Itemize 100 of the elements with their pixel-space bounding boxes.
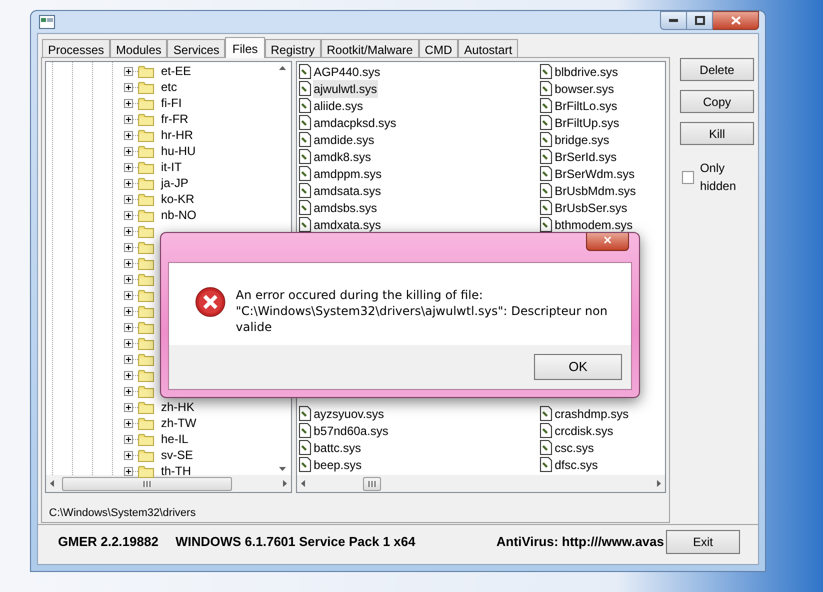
tree-item-label[interactable]: hr-HR [161, 126, 193, 144]
file-item[interactable]: amdxata.sys [312, 216, 382, 234]
expand-toggle[interactable] [124, 386, 133, 396]
expand-toggle[interactable] [124, 226, 133, 236]
file-item[interactable]: BrSerWdm.sys [554, 164, 636, 182]
file-item[interactable]: amdppm.sys [312, 164, 383, 182]
tab[interactable]: Files [225, 37, 265, 58]
file-item[interactable]: crcdisk.sys [554, 422, 614, 440]
action-button[interactable]: Kill [680, 122, 754, 145]
expand-toggle[interactable] [124, 242, 133, 252]
file-item[interactable]: BrUsbSer.sys [554, 198, 628, 216]
expand-toggle[interactable] [124, 290, 133, 300]
horizontal-scrollbar[interactable] [46, 475, 291, 492]
expand-toggle[interactable] [124, 402, 133, 412]
expand-toggle[interactable] [124, 434, 133, 444]
tree-item-label[interactable]: he-IL [161, 430, 188, 448]
file-item[interactable]: crashdmp.sys [554, 404, 630, 422]
file-item[interactable]: b57nd60a.sys [312, 422, 390, 440]
tree-item-label[interactable]: zh-TW [161, 414, 196, 432]
file-icon [298, 64, 311, 79]
file-icon [540, 64, 552, 79]
file-item[interactable]: AGP440.sys [312, 62, 382, 80]
tab[interactable]: Processes [42, 39, 110, 57]
expand-toggle[interactable] [124, 450, 133, 460]
expand-toggle[interactable] [124, 466, 133, 476]
tree-item-label[interactable]: hu-HU [161, 142, 196, 160]
tree-item-label[interactable]: ja-JP [161, 174, 188, 192]
tree-item-label[interactable]: sv-SE [161, 446, 194, 464]
folder-icon [138, 224, 154, 238]
tree-item-label[interactable]: et-EE [161, 62, 192, 80]
expand-toggle[interactable] [124, 418, 133, 428]
expand-toggle[interactable] [124, 338, 133, 348]
file-item[interactable]: amdacpksd.sys [312, 114, 398, 132]
only-hidden-checkbox[interactable] [682, 170, 694, 184]
expand-toggle[interactable] [124, 146, 133, 156]
scroll-left-icon[interactable] [300, 480, 305, 487]
tree-item-label[interactable]: th-TH [161, 462, 191, 480]
file-item[interactable]: ayzsyuov.sys [312, 404, 386, 422]
tree-item-label[interactable]: fr-FR [161, 110, 188, 128]
tab[interactable]: Rootkit/Malware [320, 39, 419, 57]
scroll-left-icon[interactable] [50, 480, 54, 487]
expand-toggle[interactable] [124, 194, 133, 204]
expand-toggle[interactable] [124, 82, 133, 92]
file-item[interactable]: BrUsbMdm.sys [554, 182, 637, 200]
file-item[interactable]: bthmodem.sys [554, 216, 634, 234]
file-item[interactable]: ajwulwtl.sys [312, 80, 378, 98]
expand-toggle[interactable] [124, 370, 133, 380]
expand-toggle[interactable] [124, 306, 133, 316]
file-item[interactable]: bowser.sys [554, 80, 615, 98]
action-button[interactable]: Copy [680, 90, 754, 113]
file-item[interactable]: bridge.sys [554, 130, 610, 148]
file-item[interactable]: blbdrive.sys [554, 62, 619, 80]
expand-toggle[interactable] [124, 210, 133, 220]
tree-item-label[interactable]: fi-FI [161, 94, 182, 112]
file-item[interactable]: aliide.sys [312, 96, 364, 114]
expand-toggle[interactable] [124, 178, 133, 188]
file-item[interactable]: amdsata.sys [312, 182, 382, 200]
file-item[interactable]: beep.sys [312, 456, 363, 474]
expand-toggle[interactable] [124, 114, 133, 124]
tree-item-label[interactable]: ko-KR [161, 190, 194, 208]
scroll-right-icon[interactable] [282, 480, 287, 487]
scroll-down-icon[interactable] [278, 467, 286, 471]
minimize-button[interactable] [660, 11, 687, 30]
file-item[interactable]: amdide.sys [312, 130, 376, 148]
file-item[interactable]: BrFiltLo.sys [554, 96, 618, 114]
file-item[interactable]: BrFiltUp.sys [554, 114, 620, 132]
action-button[interactable]: Delete [680, 58, 754, 81]
expand-toggle[interactable] [124, 162, 133, 172]
scroll-right-icon[interactable] [657, 480, 661, 487]
tree-item-label[interactable]: etc [161, 78, 178, 96]
tab[interactable]: Autostart [458, 39, 518, 57]
tab[interactable]: Registry [264, 39, 321, 57]
expand-toggle[interactable] [124, 322, 133, 332]
ok-button[interactable]: OK [534, 354, 622, 380]
expand-toggle[interactable] [124, 274, 133, 284]
scrollbar-thumb[interactable] [362, 476, 381, 490]
expand-toggle[interactable] [124, 98, 133, 108]
expand-toggle[interactable] [124, 258, 133, 268]
file-item[interactable]: dfsc.sys [554, 456, 599, 474]
file-item[interactable]: amdsbs.sys [312, 198, 378, 216]
tree-item-label[interactable]: zh-HK [161, 398, 194, 416]
file-item[interactable]: amdk8.sys [312, 148, 372, 166]
file-item[interactable]: BrSerId.sys [554, 148, 618, 166]
scrollbar-thumb[interactable] [62, 476, 232, 490]
tree-item-label[interactable]: it-IT [161, 158, 182, 176]
file-item[interactable]: csc.sys [554, 438, 595, 456]
tab[interactable]: Modules [110, 39, 168, 57]
expand-toggle[interactable] [124, 130, 133, 140]
close-button[interactable] [713, 11, 759, 30]
maximize-button[interactable] [687, 11, 713, 30]
tree-item-label[interactable]: nb-NO [161, 206, 196, 224]
horizontal-scrollbar[interactable] [296, 475, 665, 492]
tab[interactable]: CMD [418, 39, 458, 57]
exit-button[interactable]: Exit [666, 530, 740, 554]
file-item[interactable]: battc.sys [312, 438, 362, 456]
expand-toggle[interactable] [124, 66, 133, 76]
expand-toggle[interactable] [124, 354, 133, 364]
scroll-up-icon[interactable] [278, 66, 286, 70]
folder-icon [138, 464, 154, 478]
tab[interactable]: Services [167, 39, 226, 57]
